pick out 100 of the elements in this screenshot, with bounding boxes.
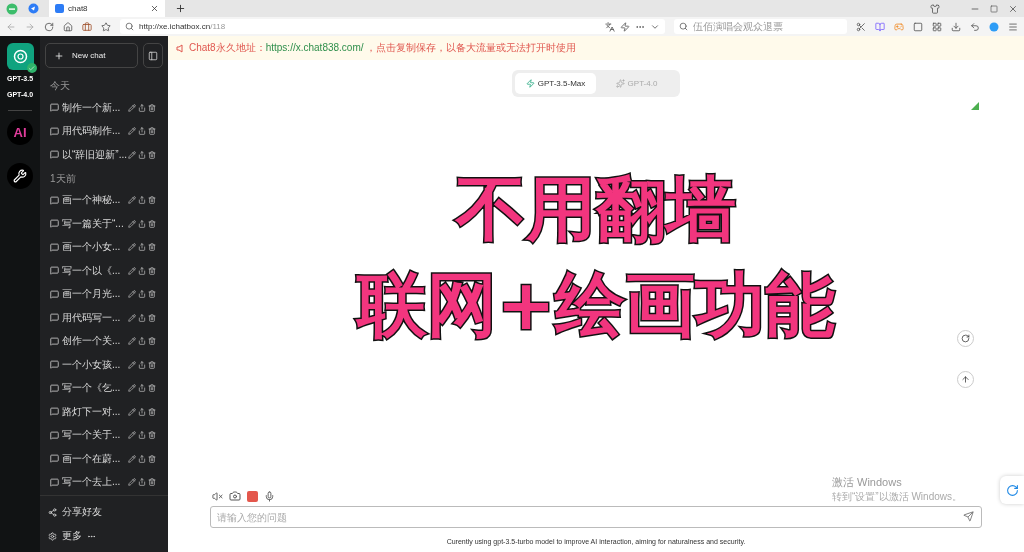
share-icon[interactable]: [138, 150, 146, 159]
edit-icon[interactable]: [128, 313, 136, 322]
close-icon[interactable]: [1008, 3, 1018, 14]
mute-icon[interactable]: [212, 490, 223, 502]
chat-title[interactable]: 用代码写一...: [62, 310, 125, 325]
browser-tab[interactable]: chat8: [49, 0, 165, 17]
new-chat-button[interactable]: New chat: [45, 43, 138, 68]
edit-icon[interactable]: [128, 219, 136, 228]
grid-icon[interactable]: [932, 21, 942, 32]
edit-icon[interactable]: [128, 243, 136, 252]
delete-icon[interactable]: [148, 266, 156, 275]
undo-icon[interactable]: [970, 21, 980, 32]
share-icon[interactable]: [138, 431, 146, 440]
microphone-icon[interactable]: [264, 490, 275, 502]
close-tab-icon[interactable]: [150, 4, 159, 13]
share-icon[interactable]: [138, 313, 146, 322]
share-icon[interactable]: [138, 384, 146, 393]
edit-icon[interactable]: [128, 290, 136, 299]
question-input[interactable]: 请输入您的问题: [210, 506, 982, 528]
delete-icon[interactable]: [148, 313, 156, 322]
edit-icon[interactable]: [128, 196, 136, 205]
edit-icon[interactable]: [128, 360, 136, 369]
edit-icon[interactable]: [128, 337, 136, 346]
chat-title[interactable]: 制作一个新...: [62, 100, 125, 115]
chat-title[interactable]: 写一篇关于“...: [62, 216, 125, 231]
book-icon[interactable]: [875, 21, 885, 32]
delete-icon[interactable]: [148, 103, 156, 112]
edit-icon[interactable]: [128, 384, 136, 393]
edit-icon[interactable]: [128, 266, 136, 275]
chat-title[interactable]: 创作一个关...: [62, 334, 125, 349]
caption-text: 联网+绘画功能: [356, 264, 836, 346]
delete-icon[interactable]: [148, 219, 156, 228]
delete-icon[interactable]: [148, 196, 156, 205]
share-icon[interactable]: [138, 360, 146, 369]
delete-icon[interactable]: [148, 384, 156, 393]
maximize-icon[interactable]: [990, 4, 998, 13]
share-icon[interactable]: [138, 407, 146, 416]
edit-icon[interactable]: [128, 127, 136, 136]
edit-icon[interactable]: [128, 103, 136, 112]
ai-logo[interactable]: AI: [7, 119, 33, 145]
chat-title[interactable]: 写一个以《...: [62, 263, 125, 278]
edit-icon[interactable]: [128, 407, 136, 416]
chat-title[interactable]: 用代码制作...: [62, 124, 125, 139]
chat-title[interactable]: 画一个神秘...: [62, 193, 125, 208]
chat-title[interactable]: 画一个小女...: [62, 240, 125, 255]
share-icon[interactable]: [138, 290, 146, 299]
chat-title[interactable]: 画一个月光...: [62, 287, 125, 302]
delete-icon[interactable]: [148, 150, 156, 159]
delete-icon[interactable]: [148, 243, 156, 252]
edit-icon[interactable]: [128, 431, 136, 440]
chat-title[interactable]: 写一个《乞...: [62, 381, 125, 396]
logo-tile[interactable]: [6, 43, 34, 70]
briefcase-icon[interactable]: [82, 21, 92, 32]
sidebar-toggle-icon[interactable]: [143, 43, 163, 68]
share-icon[interactable]: [138, 127, 146, 136]
delete-icon[interactable]: [148, 360, 156, 369]
send-icon[interactable]: [963, 511, 974, 522]
share-icon[interactable]: [138, 243, 146, 252]
chat-title[interactable]: 一个小女孩...: [62, 357, 125, 372]
delete-icon[interactable]: [148, 127, 156, 136]
delete-icon[interactable]: [148, 478, 156, 487]
lightning-icon[interactable]: [620, 21, 630, 32]
translate-icon[interactable]: [605, 21, 615, 32]
share-icon[interactable]: [138, 266, 146, 275]
chat-title[interactable]: 以“辞旧迎新”...: [62, 147, 125, 162]
delete-icon[interactable]: [148, 337, 156, 346]
edit-icon[interactable]: [128, 150, 136, 159]
new-tab-icon[interactable]: [175, 3, 186, 14]
edit-icon[interactable]: [128, 454, 136, 463]
model-tab[interactable]: GPT-3.5-Max: [515, 73, 596, 94]
delete-icon[interactable]: [148, 431, 156, 440]
star-icon[interactable]: [101, 21, 111, 32]
share-icon[interactable]: [138, 219, 146, 228]
delete-icon[interactable]: [148, 454, 156, 463]
chat-title[interactable]: 写一个去上...: [62, 475, 125, 490]
window-icon[interactable]: [913, 21, 923, 32]
share-icon[interactable]: [138, 103, 146, 112]
address-link[interactable]: https://x.chat838.com/: [265, 42, 364, 53]
share-icon[interactable]: [138, 196, 146, 205]
scissors-icon[interactable]: [856, 21, 866, 32]
edit-icon[interactable]: [128, 478, 136, 487]
share-icon[interactable]: [138, 454, 146, 463]
address-bar[interactable]: http://xe.ichatbox.cn/118: [120, 19, 665, 34]
camera-icon[interactable]: [229, 490, 241, 502]
chat-title[interactable]: 画一个在蔚...: [62, 451, 125, 466]
refresh-icon[interactable]: [957, 330, 974, 347]
menu-link[interactable]: 分享好友: [62, 505, 102, 519]
chat-title[interactable]: 路灯下一对...: [62, 404, 125, 419]
home-icon[interactable]: [63, 21, 73, 32]
reload-icon[interactable]: [44, 21, 54, 32]
share-icon[interactable]: [138, 337, 146, 346]
scroll-up-icon[interactable]: [957, 371, 974, 388]
download-icon[interactable]: [951, 21, 961, 32]
menu-link[interactable]: 更多: [62, 529, 82, 543]
chat-title[interactable]: 写一个关于...: [62, 428, 125, 443]
delete-icon[interactable]: [148, 290, 156, 299]
share-icon[interactable]: [138, 478, 146, 487]
wrench-icon[interactable]: [7, 163, 33, 189]
delete-icon[interactable]: [148, 407, 156, 416]
assistant-icon[interactable]: [1000, 476, 1024, 504]
